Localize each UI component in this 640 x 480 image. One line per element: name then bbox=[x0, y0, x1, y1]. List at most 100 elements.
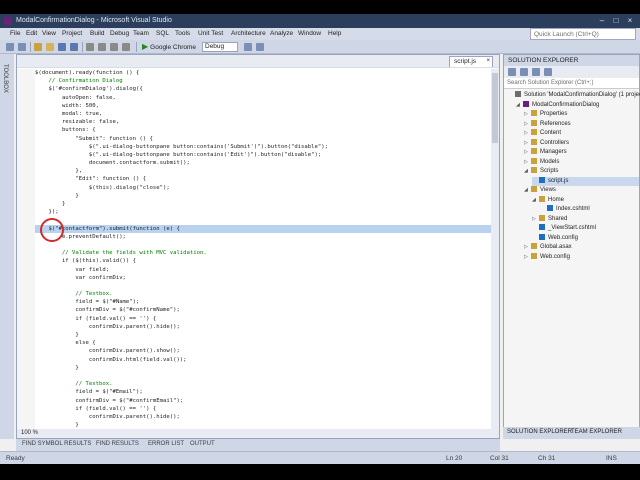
back-icon[interactable] bbox=[6, 43, 14, 51]
solution-search-input[interactable]: Search Solution Explorer (Ctrl+;) bbox=[504, 78, 639, 89]
expand-arrow-icon[interactable]: ▷ bbox=[524, 253, 531, 262]
refresh-icon[interactable] bbox=[520, 68, 528, 76]
code-text[interactable]: $(document).ready(function () { // Confi… bbox=[35, 69, 491, 429]
code-line[interactable]: field = $("#Email"); bbox=[35, 388, 491, 396]
code-line[interactable]: confirmDiv.html(field.val()); bbox=[35, 356, 491, 364]
code-line[interactable]: width: 500, bbox=[35, 102, 491, 110]
configuration-select[interactable]: Debug bbox=[202, 42, 238, 52]
tab-output[interactable]: OUTPUT bbox=[190, 441, 215, 447]
new-project-icon[interactable] bbox=[34, 43, 42, 51]
expand-arrow-icon[interactable]: ▷ bbox=[524, 129, 531, 138]
tab-find-results[interactable]: FIND RESULTS bbox=[96, 441, 139, 447]
expand-arrow-icon[interactable]: ◢ bbox=[532, 196, 539, 205]
code-line[interactable] bbox=[35, 372, 491, 380]
code-line[interactable]: var confirmDiv; bbox=[35, 274, 491, 282]
code-line[interactable]: buttons: { bbox=[35, 126, 491, 134]
tab-team-explorer[interactable]: TEAM EXPLORER bbox=[571, 429, 622, 435]
expand-arrow-icon[interactable]: ◢ bbox=[516, 101, 523, 110]
code-line[interactable]: if (field.val() == '') { bbox=[35, 405, 491, 413]
home-icon[interactable] bbox=[508, 68, 516, 76]
comment-icon[interactable] bbox=[256, 43, 264, 51]
code-line[interactable]: }); bbox=[35, 208, 491, 216]
close-icon[interactable]: × bbox=[624, 15, 636, 26]
code-line[interactable]: } bbox=[35, 331, 491, 339]
expand-arrow-icon[interactable]: ▷ bbox=[524, 120, 531, 129]
tree-item[interactable]: Index.cshtml bbox=[540, 205, 639, 214]
code-line[interactable]: confirmDiv.parent().hide(); bbox=[35, 323, 491, 331]
code-line[interactable]: $(this).dialog("close"); bbox=[35, 184, 491, 192]
tree-item[interactable]: ◢ Home bbox=[532, 195, 639, 205]
code-line[interactable]: // Textbox. bbox=[35, 290, 491, 298]
code-line[interactable]: $("#contactform").submit(function (e) { bbox=[35, 224, 491, 233]
tab-solution-explorer[interactable]: SOLUTION EXPLORER bbox=[507, 429, 572, 435]
code-line[interactable]: confirmDiv = $("#confirmEmail"); bbox=[35, 397, 491, 405]
redo-icon[interactable] bbox=[122, 43, 130, 51]
forward-icon[interactable] bbox=[18, 43, 26, 51]
code-line[interactable]: $('#confirmDialog').dialog({ bbox=[35, 85, 491, 93]
vertical-scrollbar[interactable] bbox=[491, 69, 499, 429]
zoom-level[interactable]: 100 % bbox=[21, 430, 38, 436]
menu-help[interactable]: Help bbox=[328, 30, 341, 37]
tree-item[interactable]: ▷ Controllers bbox=[524, 138, 639, 148]
code-line[interactable]: }, bbox=[35, 167, 491, 175]
menu-debug[interactable]: Debug bbox=[110, 30, 129, 37]
collapse-all-icon[interactable] bbox=[532, 68, 540, 76]
expand-arrow-icon[interactable]: ◢ bbox=[524, 186, 531, 195]
copy-icon[interactable] bbox=[98, 43, 106, 51]
menu-team[interactable]: Team bbox=[133, 30, 149, 37]
menu-build[interactable]: Build bbox=[90, 30, 104, 37]
tree-item[interactable]: script.js bbox=[532, 176, 639, 186]
tree-item[interactable]: ▷ Global.asax bbox=[524, 243, 639, 252]
menu-project[interactable]: Project bbox=[62, 30, 82, 37]
tab-error-list[interactable]: ERROR LIST bbox=[148, 441, 184, 447]
code-line[interactable] bbox=[35, 241, 491, 249]
save-all-icon[interactable] bbox=[70, 43, 78, 51]
code-line[interactable]: $(".ui-dialog-buttonpane button:contains… bbox=[35, 143, 491, 151]
expand-arrow-icon[interactable]: ▷ bbox=[524, 110, 531, 119]
tree-item[interactable]: ◢ Scripts bbox=[524, 167, 639, 176]
tree-item[interactable]: ◢ Views bbox=[524, 186, 639, 195]
tab-script-js[interactable]: script.js × bbox=[449, 56, 493, 67]
start-debugging-button[interactable]: ▶ Google Chrome bbox=[142, 42, 196, 51]
code-line[interactable] bbox=[35, 216, 491, 224]
scroll-thumb[interactable] bbox=[492, 73, 498, 143]
maximize-icon[interactable]: □ bbox=[610, 15, 622, 26]
toolbox-tab[interactable]: TOOLBOX bbox=[0, 54, 14, 439]
minimize-icon[interactable]: – bbox=[596, 15, 608, 26]
code-line[interactable]: } bbox=[35, 364, 491, 372]
quick-launch-input[interactable]: Quick Launch (Ctrl+Q) bbox=[530, 28, 636, 40]
code-line[interactable]: $(".ui-dialog-buttonpane button:contains… bbox=[35, 151, 491, 159]
code-line[interactable]: e.preventDefault(); bbox=[35, 233, 491, 241]
code-line[interactable]: } bbox=[35, 421, 491, 429]
tree-item[interactable]: Web.config bbox=[532, 233, 639, 243]
expand-arrow-icon[interactable]: ▷ bbox=[524, 148, 531, 157]
menu-unit-test[interactable]: Unit Test bbox=[198, 30, 223, 37]
tree-item[interactable]: ▷ References bbox=[524, 119, 639, 129]
code-line[interactable]: } bbox=[35, 192, 491, 200]
code-line[interactable]: if (field.val() == '') { bbox=[35, 315, 491, 323]
code-line[interactable]: // Confirmation Dialog bbox=[35, 77, 491, 85]
tree-item[interactable]: ▷ Content bbox=[524, 129, 639, 138]
code-line[interactable]: modal: true, bbox=[35, 110, 491, 118]
code-line[interactable]: confirmDiv = $("#confirmName"); bbox=[35, 306, 491, 314]
code-line[interactable]: $(document).ready(function () { bbox=[35, 69, 491, 77]
tree-item[interactable]: Solution 'ModalConfirmationDialog' (1 pr… bbox=[508, 91, 640, 100]
code-line[interactable]: document.contactform.submit(); bbox=[35, 159, 491, 167]
code-line[interactable]: // Validate the fields with MVC validati… bbox=[35, 249, 491, 257]
find-icon[interactable] bbox=[244, 43, 252, 51]
save-icon[interactable] bbox=[58, 43, 66, 51]
menu-edit[interactable]: Edit bbox=[26, 30, 37, 37]
expand-arrow-icon[interactable]: ◢ bbox=[524, 167, 531, 176]
tree-item[interactable]: ▷ Shared bbox=[532, 214, 639, 224]
open-file-icon[interactable] bbox=[46, 43, 54, 51]
tree-item[interactable]: _ViewStart.cshtml bbox=[532, 224, 639, 233]
expand-arrow-icon[interactable]: ▷ bbox=[532, 215, 539, 224]
code-line[interactable]: "Edit": function () { bbox=[35, 175, 491, 183]
menu-analyze[interactable]: Analyze bbox=[270, 30, 293, 37]
expand-arrow-icon[interactable]: ▷ bbox=[524, 139, 531, 148]
code-editor[interactable]: script.js × $(document).ready(function ()… bbox=[16, 54, 500, 439]
code-line[interactable]: "Submit": function () { bbox=[35, 135, 491, 143]
menu-architecture[interactable]: Architecture bbox=[231, 30, 266, 37]
horizontal-scrollbar[interactable]: 100 % bbox=[17, 429, 499, 438]
tree-item[interactable]: ▷ Managers bbox=[524, 148, 639, 157]
